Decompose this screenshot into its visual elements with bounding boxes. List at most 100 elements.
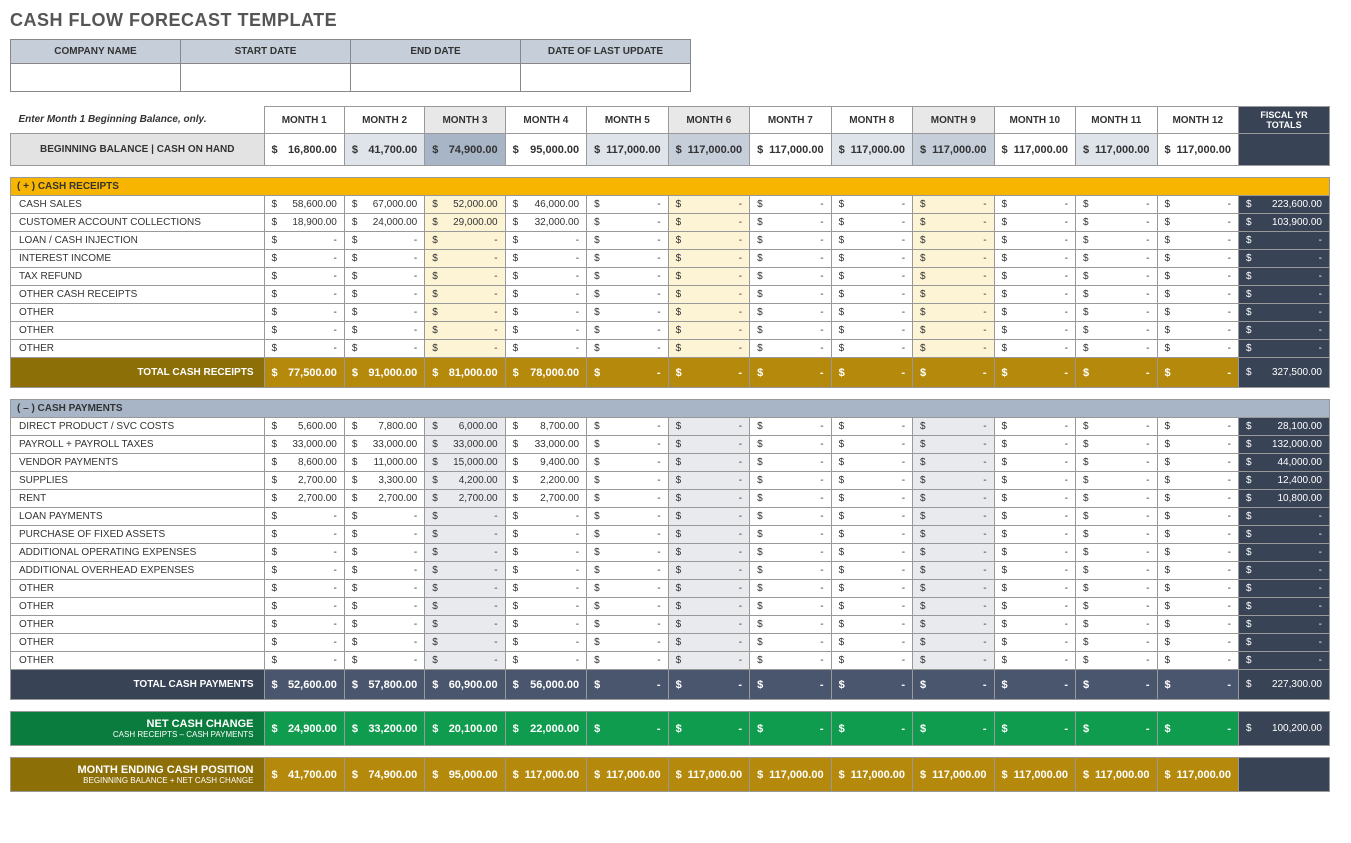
- cell[interactable]: $-: [668, 472, 749, 490]
- cell[interactable]: $7,800.00: [344, 418, 424, 436]
- cell[interactable]: $-: [913, 562, 994, 580]
- cell[interactable]: $-: [344, 562, 424, 580]
- cell[interactable]: $-: [994, 526, 1075, 544]
- cell[interactable]: $-: [994, 580, 1075, 598]
- cell[interactable]: $-: [668, 526, 749, 544]
- cell[interactable]: $-: [587, 232, 668, 250]
- cell[interactable]: $-: [1076, 454, 1157, 472]
- cell[interactable]: $-: [831, 196, 912, 214]
- cell[interactable]: $-: [831, 322, 912, 340]
- cell[interactable]: $2,700.00: [264, 490, 344, 508]
- cell[interactable]: $-: [668, 436, 749, 454]
- cell[interactable]: $-: [344, 598, 424, 616]
- cell[interactable]: $-: [750, 250, 831, 268]
- cell[interactable]: $-: [913, 490, 994, 508]
- cell[interactable]: $-: [425, 634, 505, 652]
- cell[interactable]: $-: [1076, 340, 1157, 358]
- cell[interactable]: $-: [668, 304, 749, 322]
- cell[interactable]: $-: [913, 340, 994, 358]
- cell[interactable]: $-: [750, 418, 831, 436]
- cell[interactable]: $-: [831, 490, 912, 508]
- cell[interactable]: $-: [1076, 652, 1157, 670]
- cell[interactable]: $-: [505, 250, 586, 268]
- cell[interactable]: $-: [831, 340, 912, 358]
- cell[interactable]: $-: [1157, 196, 1238, 214]
- cell[interactable]: $-: [994, 304, 1075, 322]
- cell[interactable]: $-: [750, 490, 831, 508]
- cell[interactable]: $-: [994, 472, 1075, 490]
- cell[interactable]: $-: [668, 454, 749, 472]
- cell[interactable]: $-: [831, 508, 912, 526]
- cell[interactable]: $-: [425, 580, 505, 598]
- bb-m5[interactable]: $117,000.00: [587, 134, 668, 166]
- cell[interactable]: $-: [913, 214, 994, 232]
- cell[interactable]: $-: [587, 286, 668, 304]
- cell[interactable]: $-: [587, 418, 668, 436]
- cell[interactable]: $-: [587, 562, 668, 580]
- cell[interactable]: $-: [994, 490, 1075, 508]
- cell[interactable]: $-: [425, 598, 505, 616]
- cell[interactable]: $-: [344, 322, 424, 340]
- cell[interactable]: $-: [1076, 286, 1157, 304]
- bb-m6[interactable]: $117,000.00: [668, 134, 749, 166]
- cell[interactable]: $-: [750, 340, 831, 358]
- bb-m12[interactable]: $117,000.00: [1157, 134, 1238, 166]
- cell[interactable]: $-: [750, 616, 831, 634]
- cell[interactable]: $2,700.00: [505, 490, 586, 508]
- cell[interactable]: $-: [831, 214, 912, 232]
- cell[interactable]: $-: [505, 652, 586, 670]
- cell[interactable]: $-: [1157, 418, 1238, 436]
- cell[interactable]: $-: [750, 286, 831, 304]
- cell[interactable]: $-: [913, 598, 994, 616]
- cell[interactable]: $-: [264, 508, 344, 526]
- cell[interactable]: $-: [913, 544, 994, 562]
- cell[interactable]: $-: [913, 472, 994, 490]
- cell[interactable]: $-: [750, 508, 831, 526]
- cell[interactable]: $-: [668, 418, 749, 436]
- cell[interactable]: $-: [913, 616, 994, 634]
- cell[interactable]: $-: [994, 508, 1075, 526]
- cell[interactable]: $-: [1157, 562, 1238, 580]
- cell[interactable]: $-: [1157, 454, 1238, 472]
- cell[interactable]: $52,000.00: [425, 196, 505, 214]
- cell[interactable]: $-: [425, 250, 505, 268]
- cell[interactable]: $-: [913, 634, 994, 652]
- cell[interactable]: $-: [264, 304, 344, 322]
- cell[interactable]: $-: [264, 580, 344, 598]
- cell[interactable]: $-: [505, 508, 586, 526]
- cell[interactable]: $24,000.00: [344, 214, 424, 232]
- cell[interactable]: $-: [425, 616, 505, 634]
- cell[interactable]: $-: [587, 436, 668, 454]
- cell[interactable]: $-: [994, 286, 1075, 304]
- cell[interactable]: $-: [587, 598, 668, 616]
- cell[interactable]: $-: [1157, 634, 1238, 652]
- cell[interactable]: $-: [750, 322, 831, 340]
- cell[interactable]: $-: [750, 268, 831, 286]
- cell[interactable]: $-: [994, 652, 1075, 670]
- cell[interactable]: $-: [505, 562, 586, 580]
- cell[interactable]: $-: [1157, 232, 1238, 250]
- cell[interactable]: $-: [425, 652, 505, 670]
- cell[interactable]: $-: [1157, 436, 1238, 454]
- cell[interactable]: $-: [587, 508, 668, 526]
- cell[interactable]: $-: [831, 268, 912, 286]
- cell[interactable]: $-: [587, 652, 668, 670]
- cell[interactable]: $-: [831, 562, 912, 580]
- cell[interactable]: $-: [1157, 544, 1238, 562]
- cell[interactable]: $-: [1076, 304, 1157, 322]
- cell[interactable]: $-: [913, 304, 994, 322]
- cell[interactable]: $-: [1076, 562, 1157, 580]
- cell[interactable]: $-: [505, 598, 586, 616]
- cell[interactable]: $-: [1157, 526, 1238, 544]
- cell[interactable]: $-: [668, 340, 749, 358]
- cell[interactable]: $-: [587, 490, 668, 508]
- cell[interactable]: $-: [425, 340, 505, 358]
- cell[interactable]: $-: [1157, 490, 1238, 508]
- cell[interactable]: $-: [344, 508, 424, 526]
- cell[interactable]: $29,000.00: [425, 214, 505, 232]
- cell[interactable]: $-: [750, 214, 831, 232]
- cell[interactable]: $-: [831, 250, 912, 268]
- bb-m11[interactable]: $117,000.00: [1076, 134, 1157, 166]
- cell[interactable]: $-: [750, 196, 831, 214]
- cell[interactable]: $-: [1076, 250, 1157, 268]
